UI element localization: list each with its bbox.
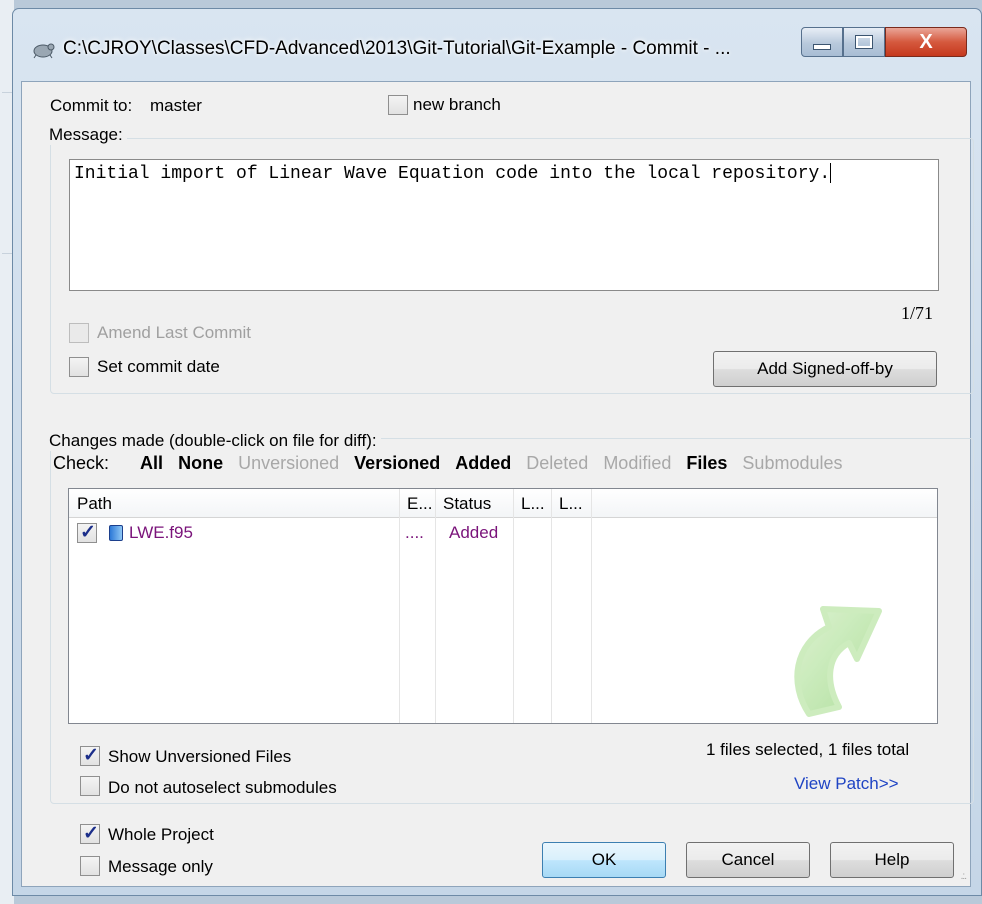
file-checkbox[interactable]: [77, 521, 97, 544]
message-only-label: Message only: [108, 857, 213, 876]
column-lines-added[interactable]: L...: [513, 489, 551, 517]
close-icon: X: [919, 30, 933, 53]
check-filter-bar: Check: All None Unversioned Versioned Ad…: [53, 453, 853, 474]
file-path: LWE.f95: [129, 523, 193, 542]
selection-summary: 1 files selected, 1 files total: [706, 740, 910, 759]
commit-arrow-watermark-icon: [794, 606, 882, 717]
minimize-icon: [813, 44, 831, 50]
view-patch-link[interactable]: View Patch>>: [794, 774, 899, 794]
message-char-counter: 1/71: [901, 303, 934, 323]
table-row[interactable]: LWE.f95 .... Added: [69, 521, 937, 547]
filter-submodules[interactable]: Submodules: [742, 453, 842, 473]
filter-added[interactable]: Added: [455, 453, 511, 473]
filter-modified[interactable]: Modified: [603, 453, 671, 473]
set-commit-date-label: Set commit date: [97, 357, 220, 376]
window-title: C:\CJROY\Classes\CFD-Advanced\2013\Git-T…: [63, 38, 731, 59]
whole-project-label: Whole Project: [108, 825, 214, 844]
branch-name: master: [150, 96, 202, 115]
commit-dialog: C:\CJROY\Classes\CFD-Advanced\2013\Git-T…: [12, 8, 982, 896]
message-only-checkbox[interactable]: [80, 856, 100, 876]
show-unversioned-checkbox[interactable]: [80, 744, 100, 767]
dialog-client-area: Commit to: master new branch Message: In…: [21, 81, 974, 887]
set-commit-date-checkbox[interactable]: [69, 357, 89, 377]
message-group-label: Message:: [49, 125, 127, 145]
commit-to-label: Commit to:: [50, 96, 133, 115]
new-branch-checkbox[interactable]: [388, 95, 408, 115]
help-button[interactable]: Help: [830, 842, 954, 878]
column-path[interactable]: Path: [69, 489, 399, 517]
filter-all[interactable]: All: [140, 453, 163, 473]
minimize-button[interactable]: [801, 27, 843, 57]
file-status: Added: [449, 523, 499, 542]
new-branch-label: new branch: [413, 95, 501, 114]
maximize-icon: [855, 35, 873, 49]
column-status[interactable]: Status: [435, 489, 513, 517]
column-extension[interactable]: E...: [399, 489, 435, 517]
amend-last-commit-label: Amend Last Commit: [97, 323, 251, 342]
filter-versioned[interactable]: Versioned: [354, 453, 440, 473]
filter-files[interactable]: Files: [686, 453, 727, 473]
show-unversioned-label: Show Unversioned Files: [108, 747, 292, 766]
do-not-autoselect-label: Do not autoselect submodules: [108, 778, 337, 797]
resize-grip-icon[interactable]: .:.: [961, 871, 967, 882]
fortran-file-icon: [109, 525, 123, 541]
commit-message-input[interactable]: Initial import of Linear Wave Equation c…: [69, 159, 939, 291]
amend-last-commit-checkbox[interactable]: [69, 323, 89, 343]
do-not-autoselect-checkbox[interactable]: [80, 776, 100, 796]
close-button[interactable]: X: [885, 27, 967, 57]
message-group: Message: Initial import of Linear Wave E…: [49, 125, 974, 394]
filter-none[interactable]: None: [178, 453, 223, 473]
file-extension: ....: [405, 523, 424, 542]
add-signed-off-by-button[interactable]: Add Signed-off-by: [713, 351, 937, 387]
changes-group-label: Changes made (double-click on file for d…: [49, 431, 381, 451]
cancel-button[interactable]: Cancel: [686, 842, 810, 878]
column-lines-removed[interactable]: L...: [551, 489, 591, 517]
check-label: Check:: [53, 453, 110, 473]
list-header: Path E... Status L... L...: [69, 489, 937, 518]
title-bar[interactable]: C:\CJROY\Classes\CFD-Advanced\2013\Git-T…: [13, 9, 981, 81]
changed-files-list[interactable]: Path E... Status L... L... LWE.f95 .... …: [68, 488, 938, 724]
commit-message-text: Initial import of Linear Wave Equation c…: [74, 163, 831, 184]
filter-unversioned[interactable]: Unversioned: [238, 453, 339, 473]
whole-project-checkbox[interactable]: [80, 822, 100, 845]
maximize-button[interactable]: [843, 27, 885, 57]
tortoisegit-icon: [33, 43, 55, 59]
ok-button[interactable]: OK: [542, 842, 666, 878]
filter-deleted[interactable]: Deleted: [526, 453, 588, 473]
